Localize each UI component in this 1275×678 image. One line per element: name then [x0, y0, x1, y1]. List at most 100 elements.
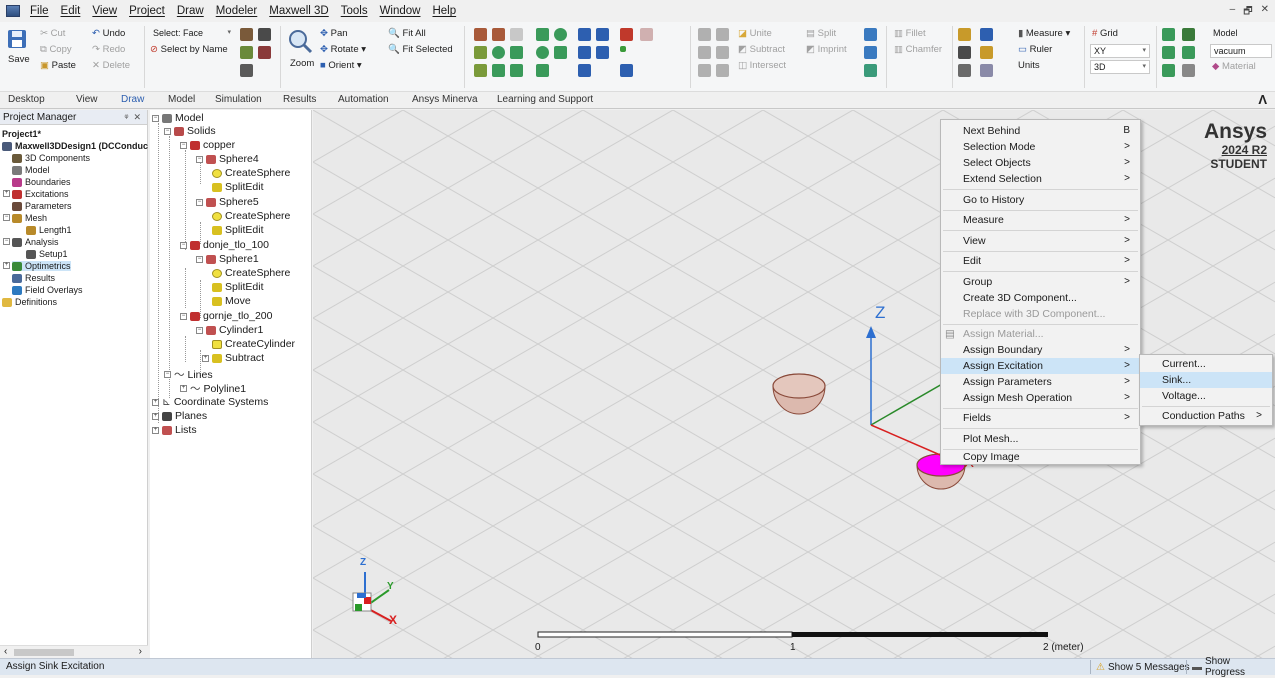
- menu-file[interactable]: File: [24, 5, 55, 17]
- draw-polyhedron-icon[interactable]: [474, 64, 487, 77]
- submenu-item-current[interactable]: Current...: [1140, 356, 1272, 372]
- menu-item-assign-mesh-operation[interactable]: Assign Mesh Operation >: [941, 390, 1140, 406]
- show-messages-button[interactable]: ⚠ Show 5 Messages: [1090, 660, 1195, 674]
- draw-region-icon[interactable]: [620, 28, 633, 41]
- subtract-button[interactable]: ◩ Subtract: [738, 44, 785, 55]
- scroll-thumb[interactable]: [14, 649, 74, 656]
- relative-cs-icon[interactable]: [958, 28, 971, 41]
- tree-item-definitions[interactable]: Definitions: [2, 297, 57, 307]
- fit-all-button[interactable]: 🔍 Fit All: [388, 28, 426, 39]
- draw-line-icon[interactable]: [578, 28, 591, 41]
- tree-item-boundaries[interactable]: Boundaries: [12, 177, 71, 187]
- rotate-button[interactable]: ✥ Rotate ▾: [320, 44, 366, 55]
- tree-node-gornje-tlo[interactable]: − gornje_tlo_200: [180, 310, 272, 322]
- draw-box-icon[interactable]: [474, 28, 487, 41]
- draw-cone-icon[interactable]: [492, 28, 505, 41]
- render-mode-icon[interactable]: [1162, 64, 1175, 77]
- tab-view[interactable]: View: [76, 94, 98, 105]
- draw-arc-icon[interactable]: [596, 28, 609, 41]
- draw-helix-icon[interactable]: [510, 28, 523, 41]
- material-value-field[interactable]: vacuum: [1210, 44, 1272, 58]
- object-cs-icon[interactable]: [980, 46, 993, 59]
- menu-tools[interactable]: Tools: [335, 5, 374, 17]
- mirror-icon[interactable]: [698, 64, 711, 77]
- menu-item-group[interactable]: Group >: [941, 274, 1140, 290]
- tree-node-planes[interactable]: + Planes: [152, 410, 207, 422]
- tree-node-subtract[interactable]: + Subtract: [202, 352, 264, 364]
- collapse-icon[interactable]: −: [164, 371, 171, 378]
- draw-circle-icon[interactable]: [536, 46, 549, 59]
- menu-item-next-behind[interactable]: Next Behind B: [941, 123, 1140, 139]
- fit-selected-button[interactable]: 🔍 Fit Selected: [388, 44, 453, 55]
- tree-item-parameters[interactable]: Parameters: [12, 201, 72, 211]
- snap-mode-icon[interactable]: [980, 64, 993, 77]
- expand-icon[interactable]: +: [3, 190, 10, 197]
- tree-node-createcylinder[interactable]: CreateCylinder: [212, 338, 295, 350]
- zoom-button[interactable]: [286, 28, 314, 57]
- draw-equation-curve-icon[interactable]: [596, 46, 609, 59]
- unite-button[interactable]: ◪ Unite: [738, 28, 772, 39]
- tree-item-field-overlays[interactable]: Field Overlays: [12, 285, 83, 295]
- menu-item-view[interactable]: View >: [941, 233, 1140, 249]
- menu-maxwell3d[interactable]: Maxwell 3D: [263, 5, 334, 17]
- menu-item-go-to-history[interactable]: Go to History: [941, 192, 1140, 208]
- tree-node-sphere5[interactable]: − Sphere5: [196, 196, 259, 208]
- tree-item-length1[interactable]: Length1: [26, 225, 72, 235]
- duplicate-around-axis-icon[interactable]: [698, 46, 711, 59]
- orient-button[interactable]: ■ Orient ▾: [320, 60, 362, 71]
- tree-item-results[interactable]: Results: [12, 273, 55, 283]
- view-options-icon[interactable]: [1182, 28, 1195, 41]
- tab-learning-support[interactable]: Learning and Support: [497, 94, 593, 105]
- tab-ansys-minerva[interactable]: Ansys Minerva: [412, 94, 478, 105]
- collapse-icon[interactable]: −: [3, 214, 10, 221]
- dimension-dropdown[interactable]: 3D ▾: [1090, 60, 1150, 74]
- sweep-icon[interactable]: [864, 28, 877, 41]
- menu-help[interactable]: Help: [426, 5, 462, 17]
- collapse-icon[interactable]: −: [164, 127, 171, 135]
- plane-dropdown[interactable]: XY ▾: [1090, 44, 1150, 58]
- tree-node-sphere1[interactable]: − Sphere1: [196, 253, 259, 265]
- duplicate-along-line-icon[interactable]: [716, 28, 729, 41]
- draw-spline-icon[interactable]: [578, 46, 591, 59]
- submenu-item-voltage[interactable]: Voltage...: [1140, 388, 1272, 404]
- tree-node-donje-tlo[interactable]: − donje_tlo_100: [180, 239, 269, 251]
- menu-item-fields[interactable]: Fields >: [941, 410, 1140, 426]
- tree-item-design[interactable]: Maxwell3DDesign1 (DCConduc: [2, 141, 148, 151]
- duplicate-mirror-icon[interactable]: [698, 28, 711, 41]
- expand-icon[interactable]: +: [152, 426, 159, 434]
- collapse-icon[interactable]: −: [196, 326, 203, 334]
- collapse-icon[interactable]: −: [180, 241, 187, 249]
- draw-cs-icon[interactable]: [640, 28, 653, 41]
- menu-view[interactable]: View: [86, 5, 123, 17]
- select-faces-icon[interactable]: [258, 28, 271, 41]
- draw-torus-icon[interactable]: [510, 46, 523, 59]
- model-dropdown[interactable]: Model: [1210, 27, 1272, 41]
- move-icon[interactable]: [716, 46, 729, 59]
- rotate-object-icon[interactable]: [716, 64, 729, 77]
- expand-icon[interactable]: +: [202, 354, 209, 362]
- select-by-name-button[interactable]: ⊘ Select by Name: [150, 44, 228, 55]
- collapse-icon[interactable]: −: [3, 238, 10, 245]
- close-panel-icon[interactable]: ✕: [133, 112, 141, 122]
- draw-plane-icon[interactable]: [620, 64, 633, 77]
- copy-button[interactable]: ⧉ Copy: [40, 44, 72, 55]
- collapse-icon[interactable]: −: [180, 312, 187, 320]
- tab-desktop[interactable]: Desktop: [8, 94, 45, 105]
- expand-icon[interactable]: +: [152, 412, 159, 420]
- tree-node-createsphere[interactable]: CreateSphere: [212, 267, 290, 279]
- thicken-icon[interactable]: [864, 46, 877, 59]
- intersect-button[interactable]: ◫ Intersect: [738, 60, 786, 71]
- draw-rectangle-icon[interactable]: [536, 28, 549, 41]
- select-objects-icon[interactable]: [240, 28, 253, 41]
- scroll-right-icon[interactable]: ›: [139, 646, 142, 657]
- tree-node-coordinate-systems[interactable]: + ⊾ Coordinate Systems: [152, 396, 268, 408]
- collapse-icon[interactable]: −: [196, 198, 203, 206]
- menu-item-assign-excitation[interactable]: Assign Excitation >: [941, 358, 1140, 374]
- select-multi-icon[interactable]: [240, 64, 253, 77]
- menu-item-plot-mesh[interactable]: Plot Mesh...: [941, 431, 1140, 447]
- menu-modeler[interactable]: Modeler: [210, 5, 264, 17]
- tree-item-model[interactable]: Model: [12, 165, 50, 175]
- tree-node-model[interactable]: − Model: [152, 112, 204, 124]
- menu-item-copy-image[interactable]: Copy Image: [941, 451, 1140, 464]
- close-icon[interactable]: ᵠ ✕: [124, 112, 141, 123]
